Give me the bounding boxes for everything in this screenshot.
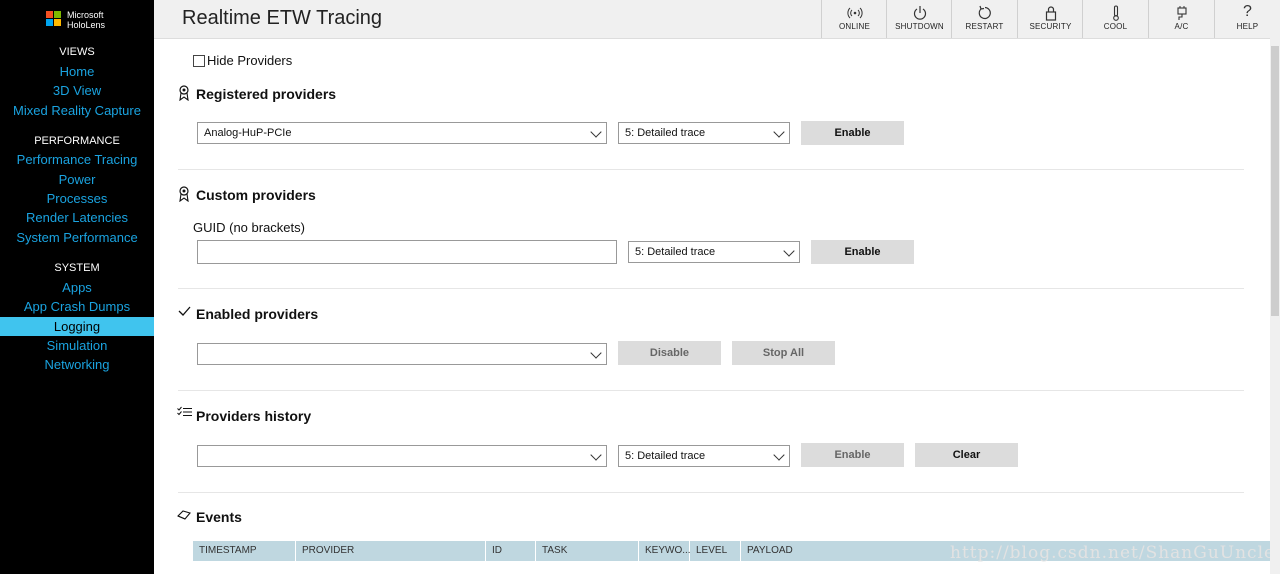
shutdown-button[interactable]: SHUTDOWN	[886, 0, 952, 38]
chevron-down-icon	[590, 449, 602, 461]
divider	[178, 492, 1244, 493]
sidebar-item-mixed-reality-capture[interactable]: Mixed Reality Capture	[0, 101, 154, 120]
registered-level-value: 5: Detailed trace	[625, 127, 706, 139]
toolbar-label-restart: RESTART	[965, 22, 1004, 31]
plug-icon	[1149, 0, 1214, 22]
chevron-down-icon	[783, 245, 795, 257]
chevron-down-icon	[590, 347, 602, 359]
custom-providers-title: Custom providers	[196, 187, 316, 203]
column-provider[interactable]: PROVIDER	[296, 541, 486, 561]
section-title-system: SYSTEM	[54, 262, 100, 274]
toolbar-label-shutdown: SHUTDOWN	[895, 22, 944, 31]
toolbar-label-help: HELP	[1236, 22, 1259, 31]
history-provider-select[interactable]	[197, 445, 607, 467]
column-keyword[interactable]: KEYWO...	[639, 541, 691, 561]
sidebar-item-home[interactable]: Home	[0, 62, 154, 81]
sidebar-item-app-crash-dumps[interactable]: App Crash Dumps	[0, 297, 154, 316]
toolbar-label-security: SECURITY	[1029, 22, 1072, 31]
chevron-down-icon	[590, 126, 602, 138]
ribbon-icon	[178, 85, 190, 104]
registered-providers-title: Registered providers	[196, 86, 337, 102]
guid-label: GUID (no brackets)	[193, 220, 305, 235]
events-title: Events	[196, 509, 242, 525]
clear-button[interactable]: Clear	[915, 443, 1018, 467]
history-level-select[interactable]: 5: Detailed trace	[618, 445, 790, 467]
toolbar-label-online: ONLINE	[839, 22, 870, 31]
column-task[interactable]: TASK	[536, 541, 639, 561]
microsoft-logo-icon	[46, 11, 62, 27]
section-title-views: VIEWS	[59, 46, 95, 58]
enabled-providers-title: Enabled providers	[196, 306, 319, 322]
sidebar: Microsoft HoloLens VIEWS Home 3D View Mi…	[0, 0, 154, 574]
power-icon	[887, 0, 952, 22]
stop-all-button[interactable]: Stop All	[732, 341, 835, 365]
header: Realtime ETW Tracing ONLINE SHUTDOWN RES…	[154, 0, 1280, 39]
eraser-icon	[177, 509, 192, 524]
divider	[178, 169, 1244, 170]
watermark: http://blog.csdn.net/ShanGuUncle	[950, 543, 1276, 563]
divider	[178, 288, 1244, 289]
column-timestamp[interactable]: TIMESTAMP	[193, 541, 296, 561]
logo-text: Microsoft HoloLens	[67, 10, 105, 30]
question-icon: ?	[1243, 3, 1252, 20]
sidebar-item-networking[interactable]: Networking	[0, 355, 154, 374]
page-title: Realtime ETW Tracing	[182, 7, 383, 29]
providers-history-title: Providers history	[196, 408, 312, 424]
scrollbar-thumb[interactable]	[1271, 46, 1279, 316]
lock-icon	[1018, 0, 1083, 22]
history-enable-button[interactable]: Enable	[801, 443, 904, 467]
registered-level-select[interactable]: 5: Detailed trace	[618, 122, 790, 144]
divider	[178, 390, 1244, 391]
registered-enable-button[interactable]: Enable	[801, 121, 904, 145]
history-level-value: 5: Detailed trace	[625, 450, 706, 462]
hide-providers-checkbox[interactable]	[193, 55, 205, 67]
sidebar-item-processes[interactable]: Processes	[0, 189, 154, 208]
custom-level-value: 5: Detailed trace	[635, 246, 716, 258]
registered-provider-value: Analog-HuP-PCIe	[204, 127, 292, 139]
chevron-down-icon	[773, 126, 785, 138]
logo: Microsoft HoloLens	[46, 10, 136, 30]
ribbon-icon	[178, 186, 190, 205]
toolbar-label-cool: COOL	[1103, 22, 1128, 31]
enabled-provider-select[interactable]	[197, 343, 607, 365]
custom-level-select[interactable]: 5: Detailed trace	[628, 241, 800, 263]
chevron-down-icon	[773, 449, 785, 461]
restart-icon	[952, 0, 1017, 22]
cool-button[interactable]: COOL	[1082, 0, 1148, 38]
sidebar-item-3d-view[interactable]: 3D View	[0, 81, 154, 100]
logo-line-1: Microsoft	[67, 10, 104, 20]
column-id[interactable]: ID	[486, 541, 536, 561]
sidebar-item-apps[interactable]: Apps	[0, 278, 154, 297]
thermometer-icon	[1083, 0, 1148, 22]
scrollbar[interactable]	[1270, 38, 1280, 574]
restart-button[interactable]: RESTART	[951, 0, 1017, 38]
hide-providers-label: Hide Providers	[207, 53, 293, 68]
wireless-icon	[822, 0, 887, 22]
sidebar-item-power[interactable]: Power	[0, 170, 154, 189]
sidebar-item-logging[interactable]: Logging	[0, 317, 154, 336]
registered-provider-select[interactable]: Analog-HuP-PCIe	[197, 122, 607, 144]
disable-button[interactable]: Disable	[618, 341, 721, 365]
guid-input[interactable]	[197, 240, 617, 264]
toolbar-label-ac: A/C	[1174, 22, 1189, 31]
sidebar-item-performance-tracing[interactable]: Performance Tracing	[0, 150, 154, 169]
sidebar-item-system-performance[interactable]: System Performance	[0, 228, 154, 247]
checklist-icon	[177, 406, 193, 421]
custom-enable-button[interactable]: Enable	[811, 240, 914, 264]
checkmark-icon	[178, 305, 191, 320]
online-button[interactable]: ONLINE	[821, 0, 887, 38]
sidebar-item-simulation[interactable]: Simulation	[0, 336, 154, 355]
security-button[interactable]: SECURITY	[1017, 0, 1083, 38]
help-button[interactable]: ? HELP	[1214, 0, 1280, 38]
column-level[interactable]: LEVEL	[690, 541, 741, 561]
ac-button[interactable]: A/C	[1148, 0, 1214, 38]
logo-line-2: HoloLens	[67, 20, 106, 30]
sidebar-item-render-latencies[interactable]: Render Latencies	[0, 208, 154, 227]
section-title-performance: PERFORMANCE	[34, 135, 120, 147]
